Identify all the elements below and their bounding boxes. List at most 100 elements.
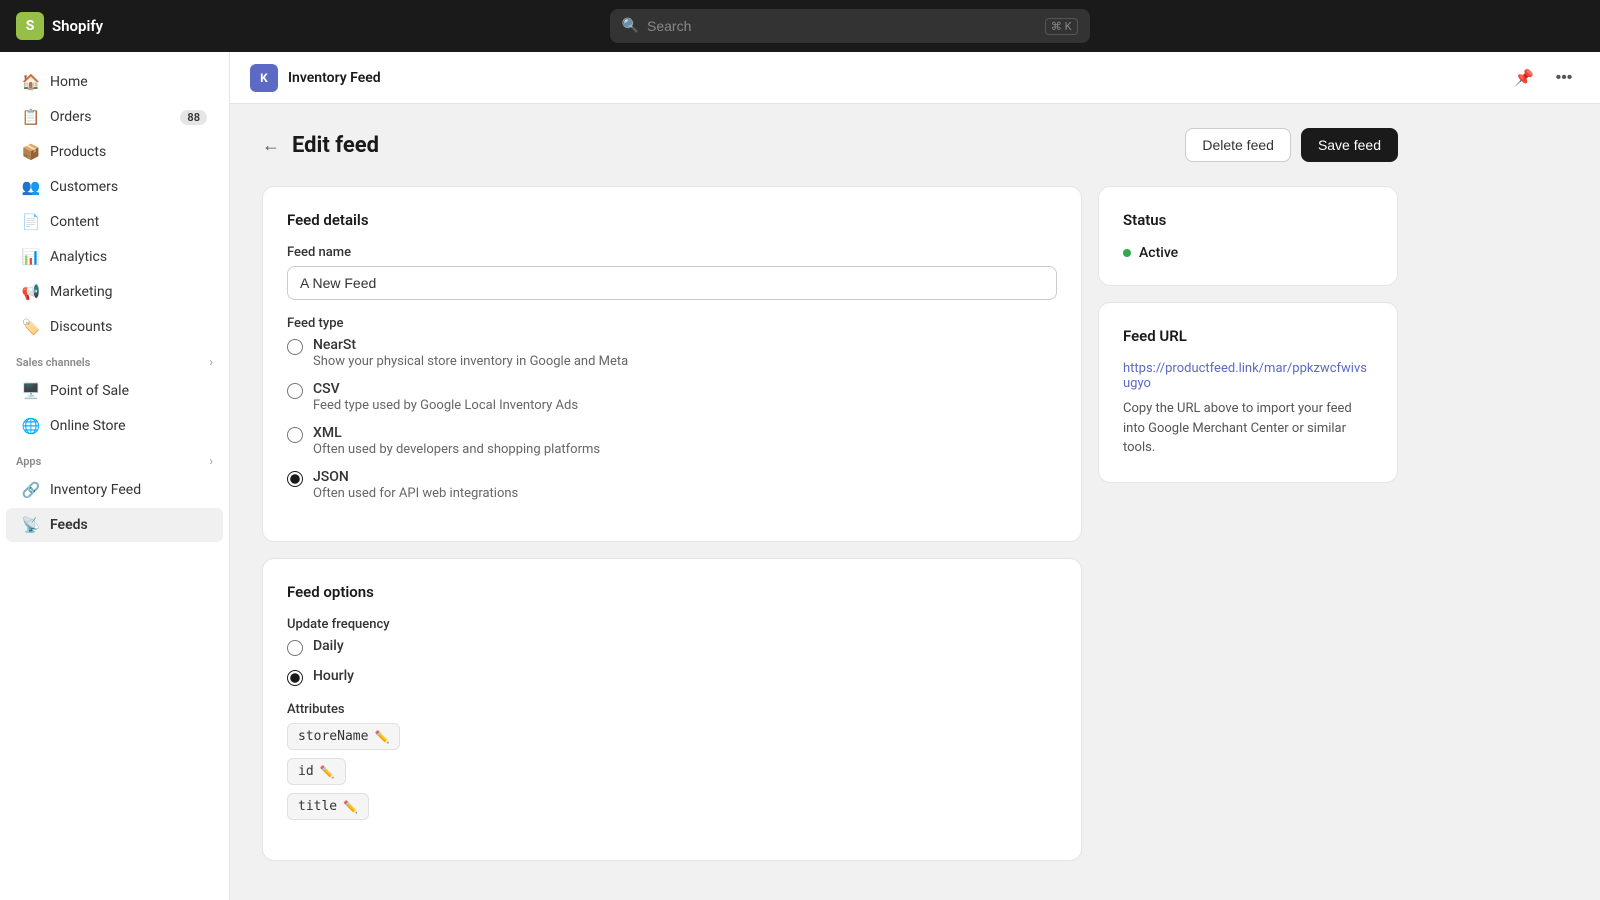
sidebar-item-label: Marketing	[50, 284, 113, 300]
feed-options-title: Feed options	[287, 583, 1057, 601]
sidebar-item-home[interactable]: 🏠 Home	[6, 65, 223, 99]
attributes-group: Attributes storeName ✏️ id ✏️	[287, 702, 1057, 820]
sidebar-item-label: Home	[50, 74, 88, 90]
app-header: K Inventory Feed 📌 •••	[230, 52, 1600, 104]
radio-csv-desc: Feed type used by Google Local Inventory…	[313, 398, 578, 413]
status-card-title: Status	[1123, 211, 1373, 229]
pos-icon: 🖥️	[22, 382, 40, 400]
sidebar-item-analytics[interactable]: 📊 Analytics	[6, 240, 223, 274]
radio-csv[interactable]: CSV Feed type used by Google Local Inven…	[287, 381, 1057, 413]
sidebar-item-online-store[interactable]: 🌐 Online Store	[6, 409, 223, 443]
feed-details-title: Feed details	[287, 211, 1057, 229]
apps-label: Apps	[16, 455, 41, 468]
delete-feed-button[interactable]: Delete feed	[1185, 128, 1291, 162]
search-icon: 🔍	[622, 18, 639, 34]
radio-json[interactable]: JSON Often used for API web integrations	[287, 469, 1057, 501]
sidebar-item-content[interactable]: 📄 Content	[6, 205, 223, 239]
sales-channels-nav: 🖥️ Point of Sale 🌐 Online Store	[0, 374, 229, 443]
sidebar-item-feeds[interactable]: 📡 Feeds	[6, 508, 223, 542]
page-header-left: ← Edit feed	[262, 133, 379, 158]
feed-name-input[interactable]	[287, 266, 1057, 300]
radio-daily[interactable]: Daily	[287, 638, 1057, 656]
app-header-title: Inventory Feed	[288, 70, 381, 86]
apps-section[interactable]: Apps ›	[0, 444, 229, 472]
sidebar-item-pos[interactable]: 🖥️ Point of Sale	[6, 374, 223, 408]
app-icon: K	[250, 64, 278, 92]
pin-button[interactable]: 📌	[1508, 62, 1540, 94]
app-header-left: K Inventory Feed	[250, 64, 381, 92]
sidebar-item-label: Content	[50, 214, 99, 230]
sidebar-item-inventory-feed[interactable]: 🔗 Inventory Feed	[6, 473, 223, 507]
back-button[interactable]: ←	[262, 135, 280, 156]
radio-xml-input[interactable]	[287, 427, 303, 443]
feed-type-group: Feed type NearSt Show your physical stor…	[287, 316, 1057, 501]
radio-json-input[interactable]	[287, 471, 303, 487]
feed-url-description: Copy the URL above to import your feed i…	[1123, 399, 1373, 458]
content-main: Feed details Feed name Feed type	[262, 186, 1082, 861]
content-side: Status Active Feed URL https://productfe…	[1098, 186, 1398, 861]
sales-channels-label: Sales channels	[16, 356, 90, 369]
page-content-area: ← Edit feed Delete feed Save feed Feed d…	[230, 104, 1430, 885]
feed-details-card: Feed details Feed name Feed type	[262, 186, 1082, 542]
search-input[interactable]	[647, 18, 1037, 34]
radio-nearst-desc: Show your physical store inventory in Go…	[313, 354, 628, 369]
sidebar-item-discounts[interactable]: 🏷️ Discounts	[6, 310, 223, 344]
status-dot	[1123, 249, 1131, 257]
feeds-icon: 📡	[22, 516, 40, 534]
search-bar[interactable]: 🔍 ⌘ K	[610, 9, 1090, 43]
discounts-icon: 🏷️	[22, 318, 40, 336]
radio-xml[interactable]: XML Often used by developers and shoppin…	[287, 425, 1057, 457]
logo[interactable]: S Shopify	[16, 12, 103, 40]
sidebar: 🏠 Home 📋 Orders 88 📦 Products 👥 Customer…	[0, 52, 230, 900]
sales-channels-section[interactable]: Sales channels ›	[0, 345, 229, 373]
radio-xml-desc: Often used by developers and shopping pl…	[313, 442, 600, 457]
sidebar-nav: 🏠 Home 📋 Orders 88 📦 Products 👥 Customer…	[0, 65, 229, 344]
sidebar-item-label: Online Store	[50, 418, 126, 434]
sidebar-item-label: Inventory Feed	[50, 482, 141, 498]
sidebar-item-products[interactable]: 📦 Products	[6, 135, 223, 169]
radio-json-label: JSON	[313, 469, 518, 485]
content-icon: 📄	[22, 213, 40, 231]
radio-nearst-label: NearSt	[313, 337, 628, 353]
radio-hourly-input[interactable]	[287, 670, 303, 686]
orders-icon: 📋	[22, 108, 40, 126]
frequency-radio-group: Daily Hourly	[287, 638, 1057, 686]
sidebar-item-label: Discounts	[50, 319, 112, 335]
sidebar-item-label: Orders	[50, 109, 92, 125]
inventory-feed-icon: 🔗	[22, 481, 40, 499]
sidebar-item-customers[interactable]: 👥 Customers	[6, 170, 223, 204]
radio-daily-label: Daily	[313, 638, 344, 654]
sidebar-item-label: Products	[50, 144, 106, 160]
radio-daily-input[interactable]	[287, 640, 303, 656]
more-options-button[interactable]: •••	[1548, 62, 1580, 94]
main-content: K Inventory Feed 📌 ••• ← Edit feed Delet…	[230, 52, 1600, 900]
status-text: Active	[1139, 245, 1178, 261]
home-icon: 🏠	[22, 73, 40, 91]
attribute-tag-id: id ✏️	[287, 758, 346, 785]
feed-url-link[interactable]: https://productfeed.link/mar/ppkzwcfwivs…	[1123, 361, 1373, 391]
edit-storename-icon[interactable]: ✏️	[374, 730, 389, 744]
app-name-label: Shopify	[52, 17, 103, 35]
sidebar-item-orders[interactable]: 📋 Orders 88	[6, 100, 223, 134]
radio-json-desc: Often used for API web integrations	[313, 486, 518, 501]
save-feed-button[interactable]: Save feed	[1301, 128, 1398, 162]
edit-title-icon[interactable]: ✏️	[343, 800, 358, 814]
feed-type-radio-group: NearSt Show your physical store inventor…	[287, 337, 1057, 501]
attribute-name: id	[298, 764, 314, 779]
orders-badge: 88	[180, 110, 207, 125]
radio-nearst[interactable]: NearSt Show your physical store inventor…	[287, 337, 1057, 369]
radio-nearst-input[interactable]	[287, 339, 303, 355]
shopify-icon: S	[16, 12, 44, 40]
chevron-right-icon: ›	[209, 454, 213, 468]
feed-url-card: Feed URL https://productfeed.link/mar/pp…	[1098, 302, 1398, 483]
sidebar-item-marketing[interactable]: 📢 Marketing	[6, 275, 223, 309]
edit-id-icon[interactable]: ✏️	[320, 765, 335, 779]
attribute-tag-storename: storeName ✏️	[287, 723, 400, 750]
attribute-tag-title: title ✏️	[287, 793, 369, 820]
top-navigation: S Shopify 🔍 ⌘ K	[0, 0, 1600, 52]
feed-type-label: Feed type	[287, 316, 1057, 331]
feed-url-title: Feed URL	[1123, 327, 1373, 345]
radio-hourly[interactable]: Hourly	[287, 668, 1057, 686]
radio-csv-input[interactable]	[287, 383, 303, 399]
update-frequency-group: Update frequency Daily Hourly	[287, 617, 1057, 686]
